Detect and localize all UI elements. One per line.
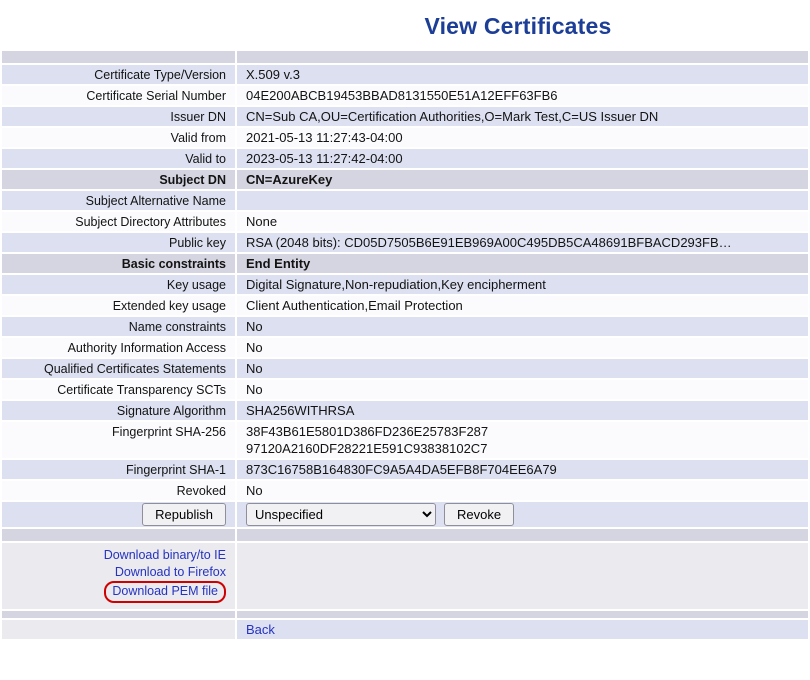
fingerprint-sha1-value: 873C16758B164830FC9A5A4DA5EFB8F704EE6A79 (237, 460, 808, 479)
row-basic-constraints: Basic constraints End Entity (2, 254, 808, 273)
valid-from-value: 2021-05-13 11:27:43-04:00 (237, 128, 808, 147)
issuer-dn-label: Issuer DN (2, 107, 235, 126)
issuer-dn-value: CN=Sub CA,OU=Certification Authorities,O… (237, 107, 808, 126)
name-constraints-label: Name constraints (2, 317, 235, 336)
back-cell: Back (237, 620, 808, 639)
subject-directory-attributes-label: Subject Directory Attributes (2, 212, 235, 231)
serial-number-label: Certificate Serial Number (2, 86, 235, 105)
public-key-value: RSA (2048 bits): CD05D7505B6E91EB969A00C… (237, 233, 808, 252)
extended-key-usage-label: Extended key usage (2, 296, 235, 315)
row-downloads: Download binary/to IE Download to Firefo… (2, 543, 808, 609)
fingerprint-sha256-line2: 97120A2160DF28221E591C93838102C7 (246, 440, 799, 457)
downloads-empty-cell (237, 543, 808, 609)
row-valid-to: Valid to 2023-05-13 11:27:42-04:00 (2, 149, 808, 168)
qualified-certificates-statements-value: No (237, 359, 808, 378)
revoke-cell: Unspecified Revoke (237, 502, 808, 527)
back-link[interactable]: Back (246, 622, 275, 637)
row-signature-algorithm: Signature Algorithm SHA256WITHRSA (2, 401, 808, 420)
download-pem-link[interactable]: Download PEM file (112, 584, 218, 598)
spacer-row-mid-2 (2, 611, 808, 618)
row-serial-number: Certificate Serial Number 04E200ABCB1945… (2, 86, 808, 105)
view-certificates-page: View Certificates Certificate Type/Versi… (0, 0, 810, 680)
row-revoked: Revoked No (2, 481, 808, 500)
subject-alt-name-label: Subject Alternative Name (2, 191, 235, 210)
row-subject-dn: Subject DN CN=AzureKey (2, 170, 808, 189)
revoked-label: Revoked (2, 481, 235, 500)
download-binary-ie-link[interactable]: Download binary/to IE (104, 548, 226, 562)
spacer-cell (2, 611, 235, 618)
fingerprint-sha1-label: Fingerprint SHA-1 (2, 460, 235, 479)
basic-constraints-label: Basic constraints (2, 254, 235, 273)
certificate-type-label: Certificate Type/Version (2, 65, 235, 84)
serial-number-value: 04E200ABCB19453BBAD8131550E51A12EFF63FB6 (237, 86, 808, 105)
row-public-key: Public key RSA (2048 bits): CD05D7505B6E… (2, 233, 808, 252)
key-usage-label: Key usage (2, 275, 235, 294)
row-fingerprint-sha256: Fingerprint SHA-256 38F43B61E5801D386FD2… (2, 422, 808, 458)
public-key-label: Public key (2, 233, 235, 252)
subject-alt-name-value (237, 191, 808, 210)
row-valid-from: Valid from 2021-05-13 11:27:43-04:00 (2, 128, 808, 147)
revocation-reason-select[interactable]: Unspecified (246, 503, 436, 526)
row-actions: Republish Unspecified Revoke (2, 502, 808, 527)
fingerprint-sha256-value: 38F43B61E5801D386FD236E25783F287 97120A2… (237, 422, 808, 458)
row-issuer-dn: Issuer DN CN=Sub CA,OU=Certification Aut… (2, 107, 808, 126)
spacer-cell (237, 529, 808, 541)
revoke-button[interactable]: Revoke (444, 503, 514, 526)
row-name-constraints: Name constraints No (2, 317, 808, 336)
row-qualified-certificates-statements: Qualified Certificates Statements No (2, 359, 808, 378)
subject-directory-attributes-value: None (237, 212, 808, 231)
certificate-table: Certificate Type/Version X.509 v.3 Certi… (0, 49, 810, 641)
subject-dn-value: CN=AzureKey (237, 170, 808, 189)
spacer-row-mid-1 (2, 529, 808, 541)
valid-from-label: Valid from (2, 128, 235, 147)
row-subject-alt-name: Subject Alternative Name (2, 191, 808, 210)
authority-information-access-value: No (237, 338, 808, 357)
row-key-usage: Key usage Digital Signature,Non-repudiat… (2, 275, 808, 294)
key-usage-value: Digital Signature,Non-repudiation,Key en… (237, 275, 808, 294)
spacer-cell (2, 51, 235, 63)
row-certificate-type: Certificate Type/Version X.509 v.3 (2, 65, 808, 84)
spacer-cell (2, 529, 235, 541)
republish-button[interactable]: Republish (142, 503, 226, 526)
certificate-transparency-scts-label: Certificate Transparency SCTs (2, 380, 235, 399)
row-fingerprint-sha1: Fingerprint SHA-1 873C16758B164830FC9A5A… (2, 460, 808, 479)
valid-to-value: 2023-05-13 11:27:42-04:00 (237, 149, 808, 168)
signature-algorithm-label: Signature Algorithm (2, 401, 235, 420)
fingerprint-sha256-line1: 38F43B61E5801D386FD236E25783F287 (246, 423, 799, 440)
valid-to-label: Valid to (2, 149, 235, 168)
spacer-cell (237, 51, 808, 63)
spacer-cell (237, 611, 808, 618)
row-back: Back (2, 620, 808, 639)
subject-dn-label: Subject DN (2, 170, 235, 189)
certificate-type-value: X.509 v.3 (237, 65, 808, 84)
name-constraints-value: No (237, 317, 808, 336)
fingerprint-sha256-label: Fingerprint SHA-256 (2, 422, 235, 458)
row-certificate-transparency-scts: Certificate Transparency SCTs No (2, 380, 808, 399)
download-firefox-link[interactable]: Download to Firefox (115, 565, 226, 579)
pem-highlight-ring: Download PEM file (104, 581, 226, 603)
revoked-value: No (237, 481, 808, 500)
back-empty-cell (2, 620, 235, 639)
qualified-certificates-statements-label: Qualified Certificates Statements (2, 359, 235, 378)
row-extended-key-usage: Extended key usage Client Authentication… (2, 296, 808, 315)
page-title: View Certificates (226, 13, 810, 40)
signature-algorithm-value: SHA256WITHRSA (237, 401, 808, 420)
republish-cell: Republish (2, 502, 235, 527)
authority-information-access-label: Authority Information Access (2, 338, 235, 357)
row-authority-information-access: Authority Information Access No (2, 338, 808, 357)
extended-key-usage-value: Client Authentication,Email Protection (237, 296, 808, 315)
basic-constraints-value: End Entity (237, 254, 808, 273)
certificate-transparency-scts-value: No (237, 380, 808, 399)
row-subject-directory-attributes: Subject Directory Attributes None (2, 212, 808, 231)
spacer-row-top (2, 51, 808, 63)
download-links-cell: Download binary/to IE Download to Firefo… (2, 543, 235, 609)
